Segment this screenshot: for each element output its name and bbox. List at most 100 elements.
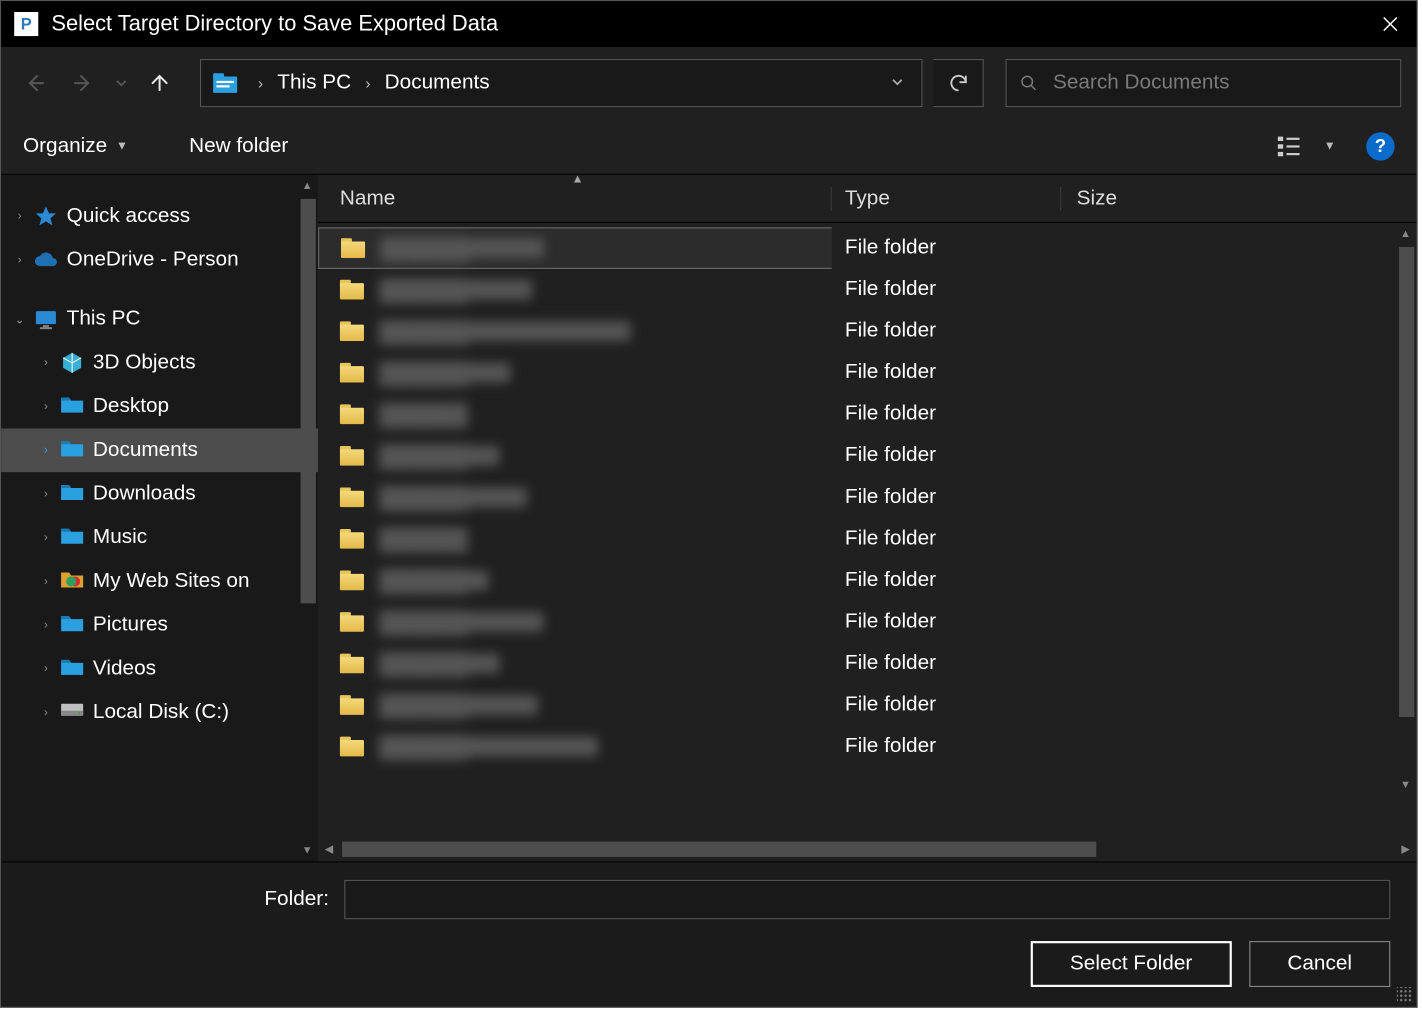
folder-row[interactable]: ██████File folder [318, 560, 1416, 602]
folder-icon [340, 404, 364, 424]
filelist-hscroll-thumb[interactable] [342, 842, 1096, 857]
chevron-right-icon[interactable]: › [36, 531, 56, 544]
tree-item-label: Documents [93, 438, 198, 462]
folder-row[interactable]: ██████File folder [318, 269, 1416, 311]
search-box[interactable] [1006, 59, 1402, 107]
folder-name-redacted: ██████ [379, 529, 466, 549]
folder-icon [340, 737, 364, 757]
folder-name-redacted: ██████ [380, 238, 544, 258]
folder-row[interactable]: ██████File folder [318, 684, 1416, 726]
row-type: File folder [832, 236, 1062, 260]
folder-row[interactable]: ██████File folder [318, 518, 1416, 560]
chevron-right-icon[interactable]: › [36, 662, 56, 675]
select-folder-label: Select Folder [1070, 952, 1192, 976]
up-button[interactable] [141, 64, 178, 101]
chevron-right-icon[interactable]: › [36, 487, 56, 500]
tree-item-desktop[interactable]: ›Desktop [1, 385, 318, 429]
row-type: File folder [832, 610, 1062, 634]
tree-item-label: Local Disk (C:) [93, 701, 229, 725]
scroll-up-button[interactable]: ▲ [1395, 223, 1417, 245]
tree-item-local-disk-c-[interactable]: › Local Disk (C:) [1, 691, 318, 735]
tree-item-pictures[interactable]: ›Pictures [1, 603, 318, 647]
tree-item-onedrive-person[interactable]: ›OneDrive - Person [1, 238, 318, 282]
folder-icon [340, 654, 364, 674]
folder-row[interactable]: ██████File folder [318, 393, 1416, 435]
folder-row[interactable]: ██████File folder [318, 310, 1416, 352]
footer: Folder: Select Folder Cancel [1, 861, 1416, 1006]
cancel-button[interactable]: Cancel [1249, 941, 1390, 987]
forward-button[interactable] [64, 64, 101, 101]
chevron-right-icon[interactable]: › [36, 356, 56, 369]
folder-blue-icon [60, 657, 84, 681]
column-header-size[interactable]: Size [1061, 186, 1416, 210]
refresh-button[interactable] [933, 59, 983, 107]
tree-item-quick-access[interactable]: ›Quick access [1, 195, 318, 239]
folder-row[interactable]: ██████File folder [318, 726, 1416, 768]
tree-item-3d-objects[interactable]: ›3D Objects [1, 341, 318, 385]
scroll-right-button[interactable]: ▶ [1395, 843, 1417, 855]
tree-item-my-web-sites-on[interactable]: ›My Web Sites on [1, 560, 318, 604]
address-bar[interactable]: › This PC › Documents [200, 59, 922, 107]
chevron-right-icon[interactable]: › [10, 254, 30, 267]
column-headers: Name Type Size [318, 175, 1416, 223]
folder-row[interactable]: ██████File folder [318, 477, 1416, 519]
sidebar-scrollbar-thumb[interactable] [301, 199, 316, 603]
body: ▲ ▼ ›Quick access›OneDrive - Person ⌄ This… [1, 174, 1416, 861]
chevron-right-icon[interactable]: › [10, 210, 30, 223]
breadcrumb-this-pc[interactable]: This PC [274, 71, 354, 95]
address-dropdown[interactable] [880, 75, 915, 91]
column-header-name[interactable]: Name [318, 186, 832, 210]
chevron-down-icon[interactable]: ⌄ [10, 312, 30, 326]
help-button[interactable]: ? [1366, 132, 1394, 160]
row-type: File folder [832, 278, 1062, 302]
new-folder-button[interactable]: New folder [189, 134, 288, 158]
folder-row[interactable]: ██████File folder [318, 352, 1416, 394]
folder-field-label: Folder: [27, 888, 344, 912]
row-type: File folder [832, 651, 1062, 675]
folder-row[interactable]: ██████ File folder [318, 227, 1416, 269]
folder-blue-icon [60, 395, 84, 419]
monitor-icon [34, 307, 58, 331]
chevron-right-icon[interactable]: › [36, 575, 56, 588]
chevron-right-icon[interactable]: › [36, 444, 56, 457]
chevron-right-icon[interactable]: › [36, 619, 56, 632]
breadcrumb-separator[interactable]: › [354, 74, 381, 91]
organize-menu[interactable]: Organize ▼ [23, 134, 128, 158]
tree-item-documents[interactable]: › Documents [1, 428, 318, 472]
window-title: Select Target Directory to Save Exported… [51, 11, 498, 36]
breadcrumb-separator[interactable]: › [247, 74, 274, 91]
folder-name-redacted: ██████ [379, 363, 510, 383]
folder-row[interactable]: ██████File folder [318, 435, 1416, 477]
filelist-vscroll-thumb[interactable] [1399, 247, 1414, 717]
scroll-left-button[interactable]: ◀ [318, 843, 340, 855]
folder-row[interactable]: ██████File folder [318, 643, 1416, 685]
sidebar-scroll-down[interactable]: ▼ [296, 839, 318, 861]
tree-item-this-pc[interactable]: ⌄ This PC [1, 297, 318, 341]
tree-item-downloads[interactable]: › Downloads [1, 472, 318, 516]
folder-icon [340, 529, 364, 549]
resize-grip[interactable] [1397, 987, 1412, 1002]
folder-name-redacted: ██████ [379, 737, 598, 757]
view-options-button[interactable]: ▼ [1278, 134, 1336, 158]
cloud-icon [34, 248, 58, 272]
recent-locations-button[interactable] [113, 64, 130, 101]
chevron-right-icon[interactable]: › [36, 400, 56, 413]
chevron-down-icon [891, 75, 904, 88]
scroll-down-button[interactable]: ▼ [1395, 774, 1417, 796]
column-header-type[interactable]: Type [832, 186, 1062, 210]
tree-item-label: Downloads [93, 482, 196, 506]
back-button[interactable] [16, 64, 53, 101]
tree-item-music[interactable]: ›Music [1, 516, 318, 560]
tree-item-videos[interactable]: ›Videos [1, 647, 318, 691]
folder-row[interactable]: ██████File folder [318, 601, 1416, 643]
folder-blue-icon [60, 482, 84, 506]
close-button[interactable] [1364, 1, 1416, 47]
chevron-right-icon[interactable]: › [36, 706, 56, 719]
select-folder-button[interactable]: Select Folder [1031, 941, 1232, 987]
search-input[interactable] [1053, 71, 1387, 95]
sidebar-scroll-up[interactable]: ▲ [296, 175, 318, 197]
tree-item-label: This PC [67, 307, 141, 331]
breadcrumb-documents[interactable]: Documents [381, 71, 493, 95]
folder-name-input[interactable] [344, 880, 1390, 919]
arrow-right-icon [71, 71, 95, 95]
